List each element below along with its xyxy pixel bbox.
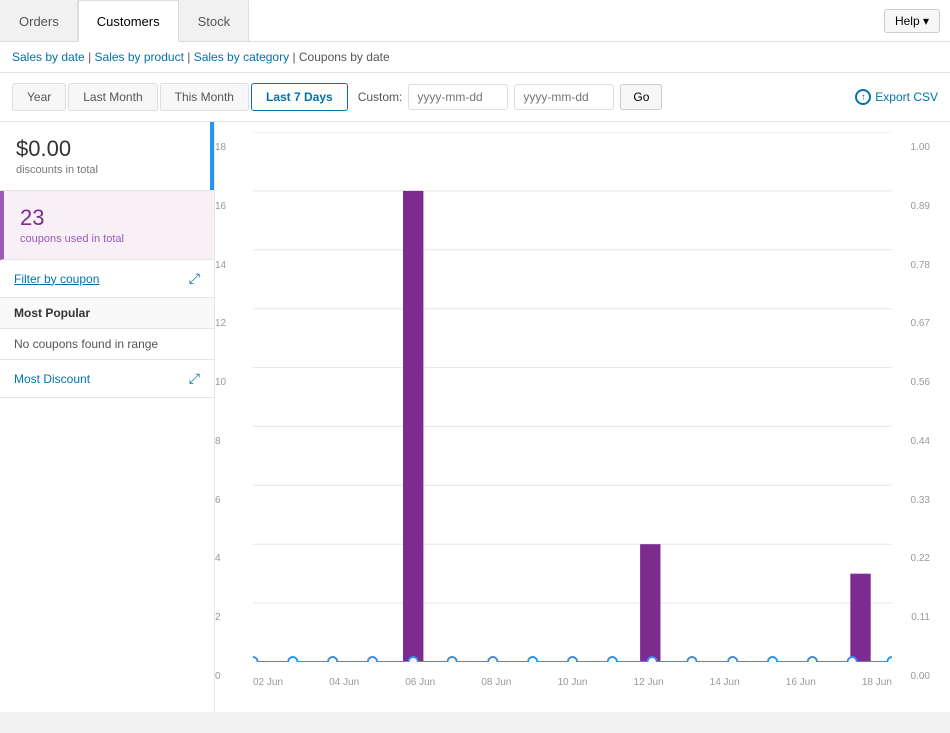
most-discount-section[interactable]: Most Discount ⤢ xyxy=(0,360,214,398)
most-discount-link[interactable]: Most Discount xyxy=(14,372,90,386)
y-label-left: 6 xyxy=(215,495,253,506)
x-label: 02 Jun xyxy=(253,677,283,688)
x-label: 08 Jun xyxy=(481,677,511,688)
bar-18jun xyxy=(850,574,870,662)
help-button[interactable]: Help ▾ xyxy=(884,9,940,33)
y-label-left: 0 xyxy=(215,671,253,682)
y-axis-right: 0.00 0.11 0.22 0.33 0.44 0.56 0.67 0.78 0.89 1.00 xyxy=(892,132,930,692)
top-nav: Orders Customers Stock Help ▾ xyxy=(0,0,950,42)
filter-by-coupon-link[interactable]: Filter by coupon xyxy=(14,272,99,286)
x-label: 10 Jun xyxy=(557,677,587,688)
main-content: Year Last Month This Month Last 7 Days C… xyxy=(0,73,950,712)
period-custom: Custom: Go xyxy=(358,84,663,110)
y-label-left: 18 xyxy=(215,142,253,153)
breadcrumb-link-sales-category[interactable]: Sales by category xyxy=(194,50,289,64)
most-popular-empty: No coupons found in range xyxy=(0,329,214,360)
point-02jun xyxy=(253,657,258,662)
y-label-right: 0.00 xyxy=(892,671,930,682)
x-label: 16 Jun xyxy=(786,677,816,688)
chart-container: 0 2 4 6 8 10 12 14 16 18 0.00 0.11 0.22 0.33 0.44 0.56… xyxy=(215,132,930,692)
chart-svg xyxy=(253,132,892,662)
period-tabs-bar: Year Last Month This Month Last 7 Days C… xyxy=(0,73,950,122)
coupon-count: 23 xyxy=(20,205,198,231)
breadcrumb-link-sales-product[interactable]: Sales by product xyxy=(95,50,184,64)
breadcrumb-link-sales-date[interactable]: Sales by date xyxy=(12,50,85,64)
discount-value: $0.00 xyxy=(16,136,198,162)
blue-bar xyxy=(210,122,214,190)
chart-svg-wrapper xyxy=(253,132,892,662)
y-label-right: 0.78 xyxy=(892,260,930,271)
go-button[interactable]: Go xyxy=(620,84,662,110)
y-label-left: 12 xyxy=(215,318,253,329)
point-08jun xyxy=(488,657,497,662)
y-axis-left: 0 2 4 6 8 10 12 14 16 18 xyxy=(215,132,253,692)
y-label-right: 0.44 xyxy=(892,436,930,447)
x-label: 06 Jun xyxy=(405,677,435,688)
point-14jun xyxy=(728,657,737,662)
y-label-left: 14 xyxy=(215,260,253,271)
x-label: 12 Jun xyxy=(634,677,664,688)
custom-date-end[interactable] xyxy=(514,84,614,110)
point-06jun xyxy=(409,657,418,662)
left-panel: $0.00 discounts in total 23 coupons used… xyxy=(0,122,215,712)
bar-12jun xyxy=(640,544,660,662)
y-label-right: 1.00 xyxy=(892,142,930,153)
most-popular-header: Most Popular xyxy=(0,298,214,329)
y-label-right: 0.89 xyxy=(892,201,930,212)
filter-by-coupon-section[interactable]: Filter by coupon ⤢ xyxy=(0,260,214,298)
y-label-right: 0.33 xyxy=(892,495,930,506)
x-axis-labels: 02 Jun 04 Jun 06 Jun 08 Jun 10 Jun 12 Jun 14 J… xyxy=(253,672,892,692)
export-csv-button[interactable]: ↑ Export CSV xyxy=(855,89,938,105)
top-nav-tabs: Orders Customers Stock xyxy=(0,0,249,41)
y-label-right: 0.67 xyxy=(892,318,930,329)
point-12jun xyxy=(648,657,657,662)
custom-date-start[interactable] xyxy=(408,84,508,110)
y-label-left: 4 xyxy=(215,553,253,564)
tab-stock[interactable]: Stock xyxy=(179,0,250,41)
bar-06jun xyxy=(403,191,423,662)
breadcrumb-current: Coupons by date xyxy=(299,50,390,64)
y-label-right: 0.22 xyxy=(892,553,930,564)
y-label-left: 2 xyxy=(215,612,253,623)
filter-expand-icon[interactable]: ⤢ xyxy=(189,270,200,287)
tab-orders[interactable]: Orders xyxy=(0,0,78,41)
breadcrumb: Sales by date | Sales by product | Sales… xyxy=(0,42,950,73)
point-10jun xyxy=(568,657,577,662)
discount-label: discounts in total xyxy=(16,164,198,176)
chart-area: 0 2 4 6 8 10 12 14 16 18 0.00 0.11 0.22 0.33 0.44 0.56… xyxy=(215,122,950,712)
y-label-right: 0.56 xyxy=(892,377,930,388)
period-tab-year[interactable]: Year xyxy=(12,83,66,111)
most-discount-expand-icon[interactable]: ⤢ xyxy=(189,370,200,387)
discounts-stat-box: $0.00 discounts in total xyxy=(0,122,214,191)
export-icon: ↑ xyxy=(855,89,871,105)
y-label-left: 10 xyxy=(215,377,253,388)
y-label-right: 0.11 xyxy=(892,612,930,623)
point-18jun xyxy=(887,657,892,662)
y-label-left: 8 xyxy=(215,436,253,447)
coupon-label: coupons used in total xyxy=(20,233,198,245)
y-label-left: 16 xyxy=(215,201,253,212)
coupons-stat-box: 23 coupons used in total xyxy=(0,191,214,260)
period-tab-last-7-days[interactable]: Last 7 Days xyxy=(251,83,348,111)
main-layout: $0.00 discounts in total 23 coupons used… xyxy=(0,122,950,712)
x-label: 04 Jun xyxy=(329,677,359,688)
period-tab-this-month[interactable]: This Month xyxy=(160,83,249,111)
period-tab-last-month[interactable]: Last Month xyxy=(68,83,157,111)
point-03jun xyxy=(328,657,337,662)
x-label: 14 Jun xyxy=(710,677,740,688)
x-label: 18 Jun xyxy=(862,677,892,688)
point-16jun xyxy=(808,657,817,662)
tab-customers[interactable]: Customers xyxy=(78,0,179,42)
